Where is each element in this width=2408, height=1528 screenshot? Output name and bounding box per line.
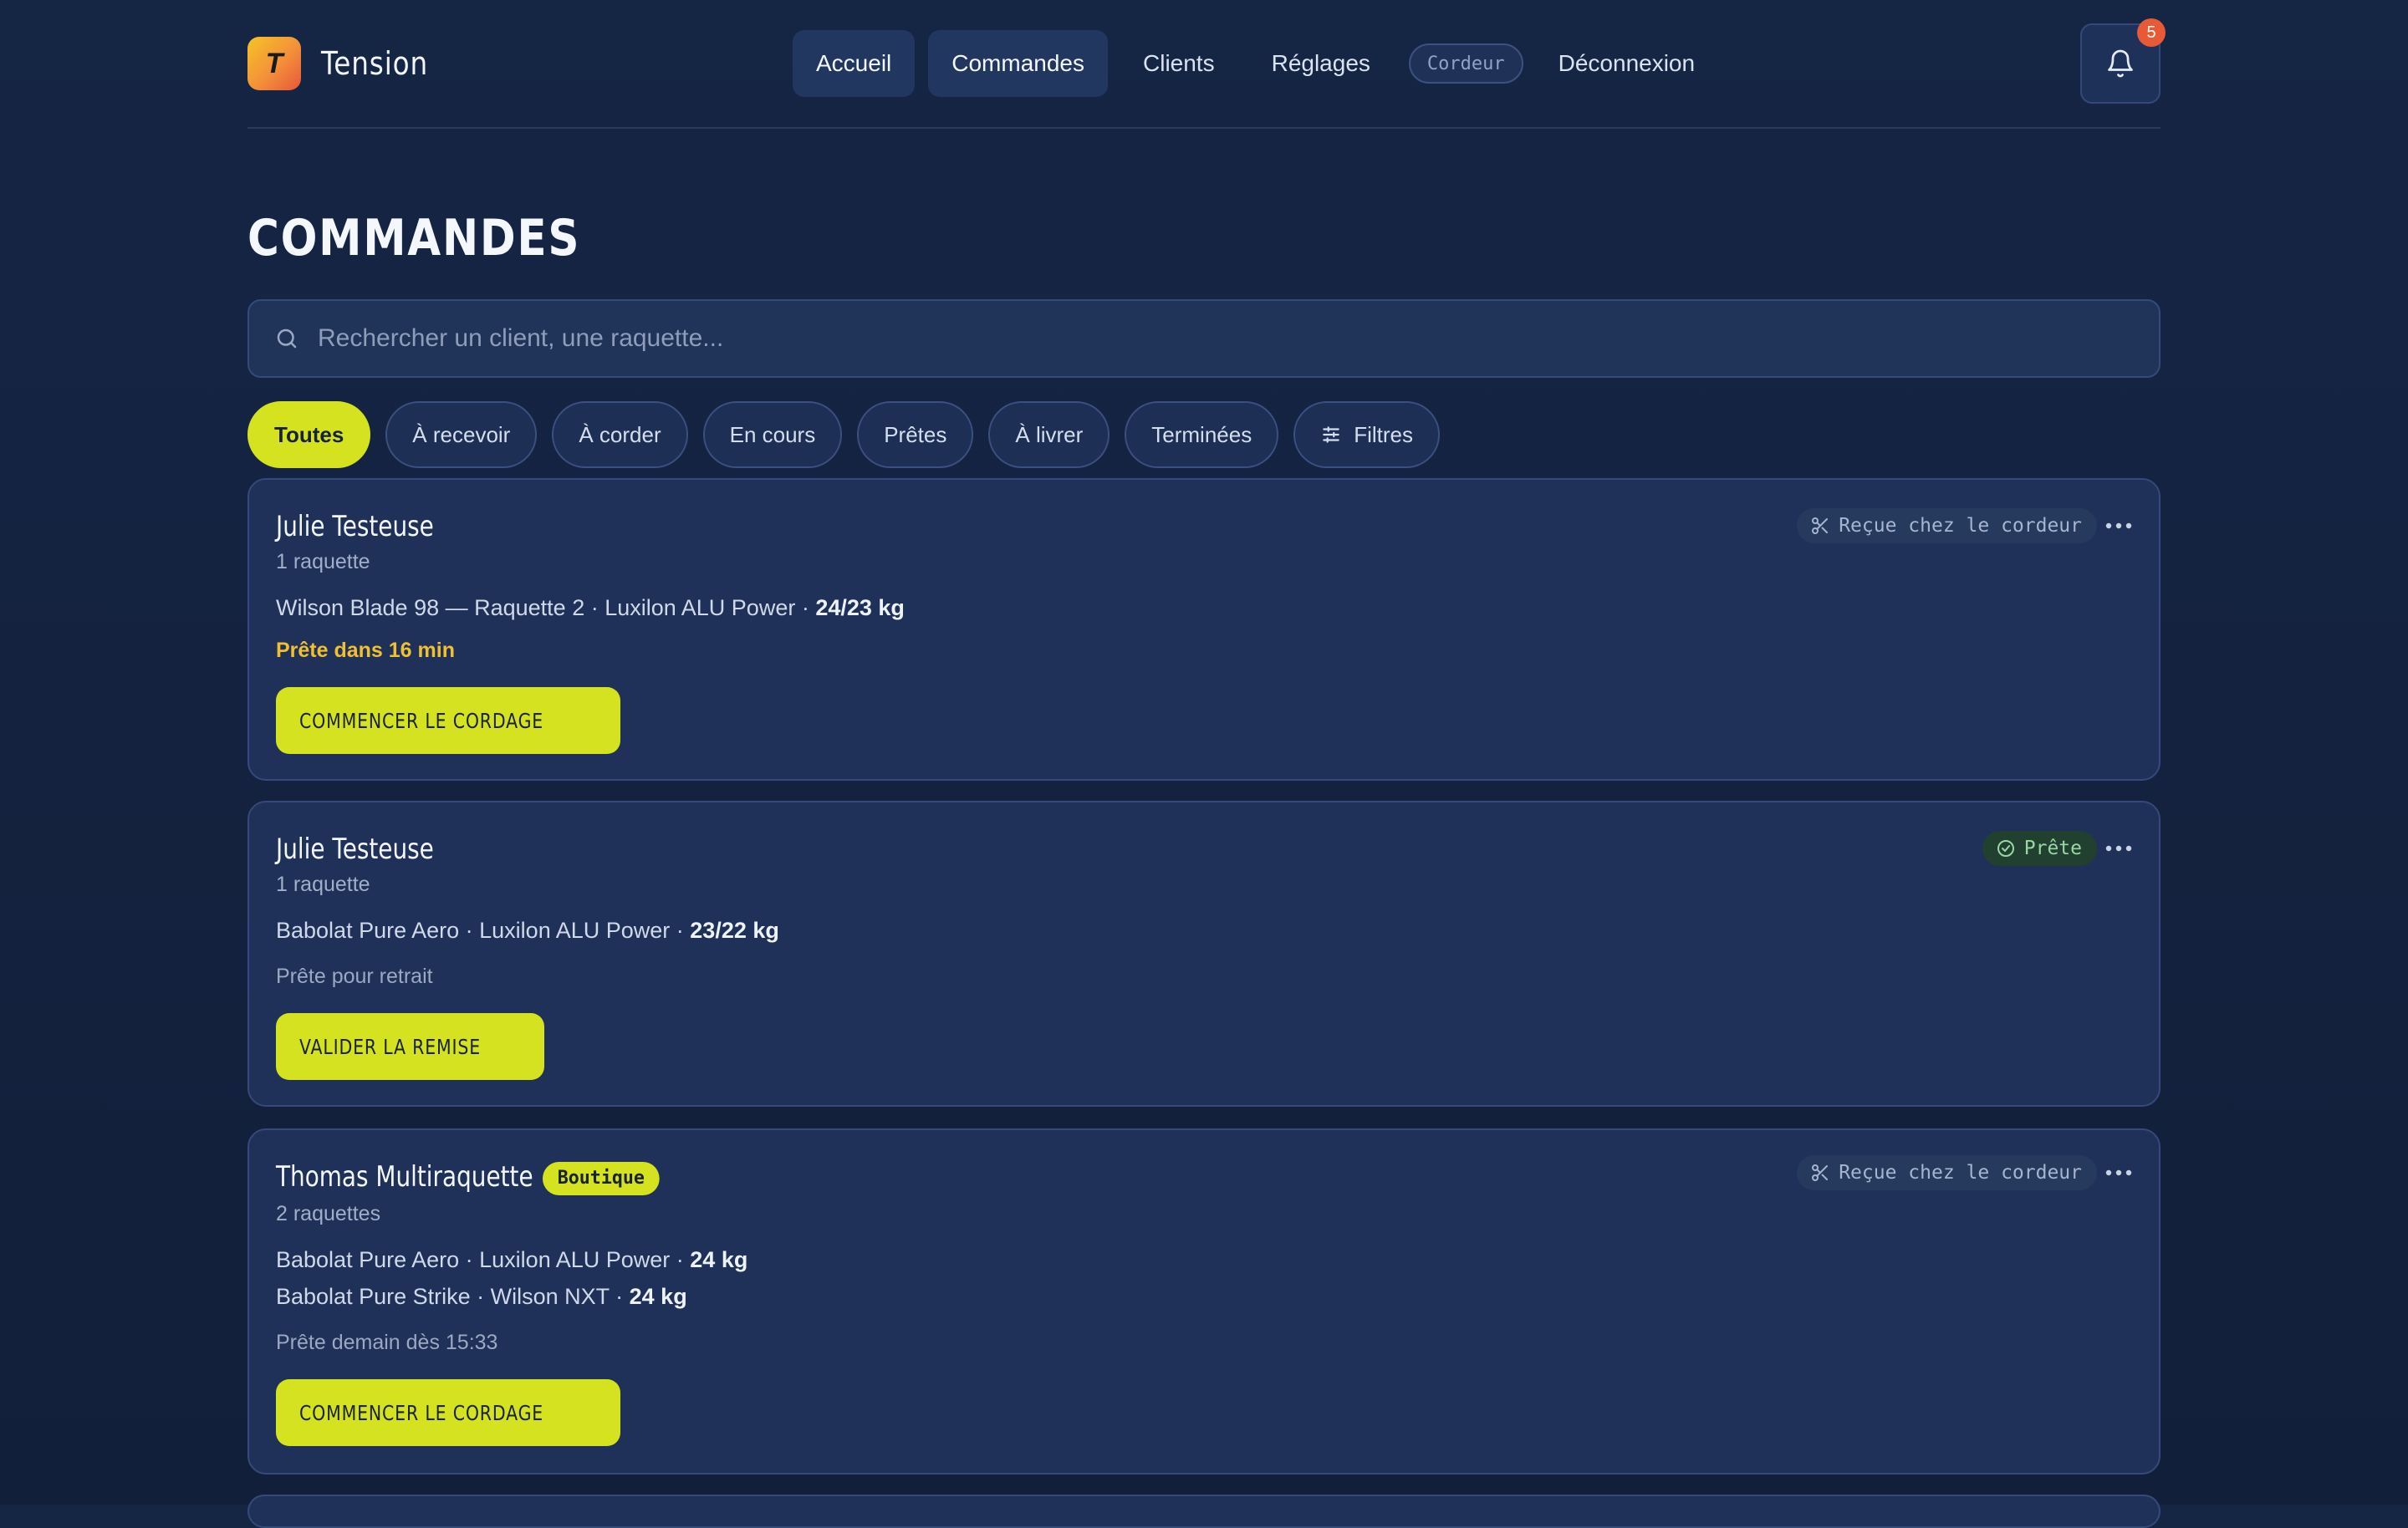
status-badge: Reçue chez le cordeur: [1797, 1155, 2097, 1190]
search-placeholder: Rechercher un client, une raquette...: [318, 324, 724, 352]
order-card[interactable]: [247, 1495, 2161, 1528]
client-name: Thomas Multiraquette: [276, 1160, 533, 1194]
role-badge: Cordeur: [1408, 43, 1523, 84]
eta: Prête demain dès 15:33: [276, 1331, 498, 1354]
status-badge: Prête: [1982, 831, 2097, 866]
filter-terminees[interactable]: Terminées: [1125, 401, 1279, 468]
bell-icon: [2108, 49, 2133, 78]
racket-count: 1 raquette: [276, 550, 370, 573]
client-name: Julie Testeuse: [276, 510, 434, 543]
check-circle-icon: [1997, 840, 2014, 857]
racket-line: Babolat Pure Aero · Luxilon ALU Power · …: [276, 1247, 747, 1273]
tension: 24 kg: [629, 1284, 687, 1309]
start-stringing-button[interactable]: COMMENCER LE CORDAGE: [276, 1379, 621, 1446]
top-nav: T Tension Accueil Commandes Clients Régl…: [247, 0, 2166, 129]
racket-line: Babolat Pure Aero · Luxilon ALU Power · …: [276, 918, 779, 944]
racket-desc: Babolat Pure Aero · Luxilon ALU Power ·: [276, 918, 691, 943]
filter-a-livrer[interactable]: À livrer: [988, 401, 1110, 468]
nav-clients[interactable]: Clients: [1121, 30, 1237, 97]
order-card[interactable]: Julie Testeuse 1 raquette Babolat Pure A…: [247, 801, 2161, 1107]
racket-count: 1 raquette: [276, 873, 370, 896]
racket-count: 2 raquettes: [276, 1202, 381, 1225]
more-icon[interactable]: [2102, 832, 2135, 865]
page-title: COMMANDES: [247, 209, 581, 267]
scissors-icon: [1812, 1164, 1829, 1181]
filter-bar: Toutes À recevoir À corder En cours Prêt…: [247, 401, 1455, 468]
tension: 24 kg: [690, 1247, 748, 1272]
tension: 23/22 kg: [690, 918, 779, 943]
filter-toutes[interactable]: Toutes: [247, 401, 371, 468]
more-icon[interactable]: [2102, 509, 2135, 542]
notification-count: 5: [2137, 18, 2166, 47]
status-label: Prête: [2023, 838, 2082, 859]
more-icon[interactable]: [2102, 1156, 2135, 1189]
page: T Tension Accueil Commandes Clients Régl…: [247, 0, 2166, 1528]
sliders-icon: [1323, 426, 1339, 443]
logout-link[interactable]: Déconnexion: [1537, 30, 1717, 97]
order-card[interactable]: Julie Testeuse 1 raquette Wilson Blade 9…: [247, 478, 2161, 781]
filter-pretes[interactable]: Prêtes: [857, 401, 974, 468]
racket-desc: Wilson Blade 98 — Raquette 2 · Luxilon A…: [276, 595, 816, 620]
search-icon: [277, 329, 297, 349]
order-card[interactable]: Thomas Multiraquette Boutique 2 raquettes…: [247, 1128, 2161, 1475]
tension: 24/23 kg: [815, 595, 905, 620]
client-name: Julie Testeuse: [276, 833, 434, 866]
button-label: VALIDER LA REMISE: [299, 1034, 481, 1059]
logo: T: [247, 37, 301, 90]
validate-pickup-button[interactable]: VALIDER LA REMISE: [276, 1013, 544, 1080]
filters-button[interactable]: Filtres: [1293, 401, 1440, 468]
brand[interactable]: T Tension: [247, 37, 446, 90]
start-stringing-button[interactable]: COMMENCER LE CORDAGE: [276, 687, 621, 754]
status-label: Reçue chez le cordeur: [1839, 515, 2082, 537]
scissors-icon: [1812, 517, 1829, 534]
notifications-button[interactable]: 5: [2080, 18, 2166, 104]
racket-line: Wilson Blade 98 — Raquette 2 · Luxilon A…: [276, 595, 905, 621]
button-label: COMMENCER LE CORDAGE: [299, 1400, 544, 1425]
nav-accueil[interactable]: Accueil: [793, 30, 916, 97]
status-badge: Reçue chez le cordeur: [1797, 508, 2097, 543]
client-name-row: Thomas Multiraquette Boutique: [276, 1160, 660, 1195]
filters-label: Filtres: [1354, 421, 1413, 447]
status-label: Reçue chez le cordeur: [1839, 1162, 2082, 1184]
nav-commandes[interactable]: Commandes: [928, 30, 1108, 97]
brand-name: Tension: [321, 45, 429, 82]
nav-reglages[interactable]: Réglages: [1250, 30, 1392, 97]
main-menu: Accueil Commandes Clients Réglages Corde…: [793, 30, 1730, 97]
search-input[interactable]: Rechercher un client, une raquette...: [247, 299, 2161, 378]
filter-en-cours[interactable]: En cours: [702, 401, 843, 468]
eta: Prête pour retrait: [276, 965, 433, 988]
racket-desc: Babolat Pure Aero · Luxilon ALU Power ·: [276, 1247, 691, 1272]
eta: Prête dans 16 min: [276, 639, 455, 662]
filter-a-recevoir[interactable]: À recevoir: [385, 401, 538, 468]
button-label: COMMENCER LE CORDAGE: [299, 708, 544, 733]
filter-a-corder[interactable]: À corder: [552, 401, 688, 468]
racket-line: Babolat Pure Strike · Wilson NXT · 24 kg: [276, 1284, 687, 1310]
boutique-tag: Boutique: [543, 1161, 660, 1195]
racket-desc: Babolat Pure Strike · Wilson NXT ·: [276, 1284, 630, 1309]
